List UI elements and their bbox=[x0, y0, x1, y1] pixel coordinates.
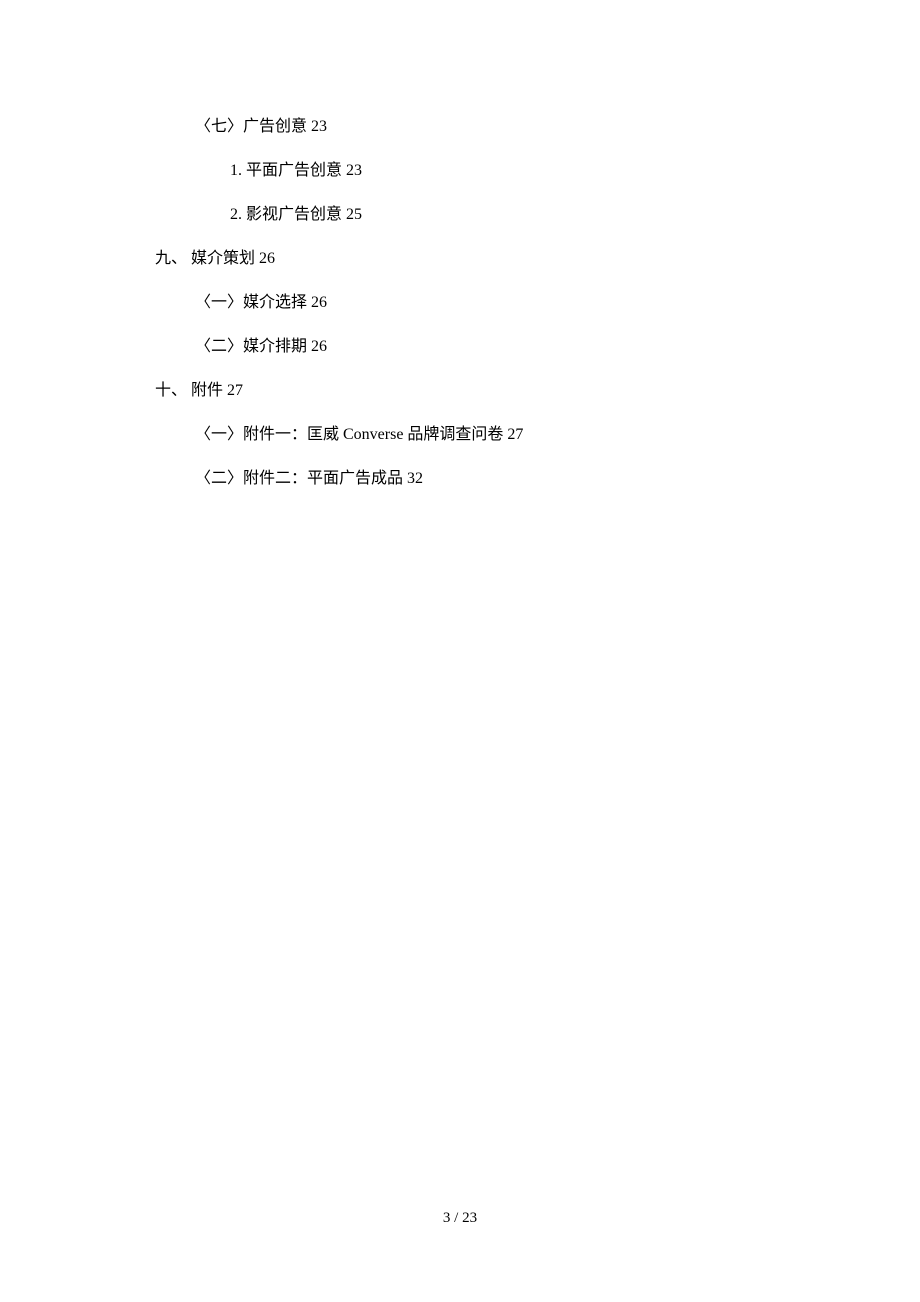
page-number: 3 / 23 bbox=[0, 1210, 920, 1227]
toc-entry: 九、 媒介策划 26 bbox=[155, 247, 810, 271]
toc-entry: 十、 附件 27 bbox=[155, 379, 810, 403]
toc-entry: 〈一〉媒介选择 26 bbox=[155, 291, 810, 315]
toc-entry: 〈二〉附件二：平面广告成品 32 bbox=[155, 467, 810, 491]
toc-entry: 2. 影视广告创意 25 bbox=[155, 203, 810, 227]
toc-content: 〈七〉广告创意 23 1. 平面广告创意 23 2. 影视广告创意 25 九、 … bbox=[0, 0, 920, 491]
toc-entry: 〈七〉广告创意 23 bbox=[155, 115, 810, 139]
toc-entry: 1. 平面广告创意 23 bbox=[155, 159, 810, 183]
toc-entry: 〈一〉附件一：匡威 Converse 品牌调查问卷 27 bbox=[155, 423, 810, 447]
toc-entry: 〈二〉媒介排期 26 bbox=[155, 335, 810, 359]
